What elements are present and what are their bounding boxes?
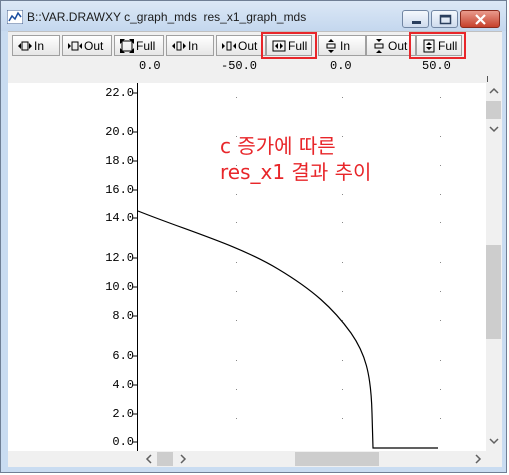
vertical-scroll-thumb-top[interactable] <box>486 101 501 119</box>
app-window: B::VAR.DRAWXY c_graph_mds res_x1_graph_m… <box>0 0 507 473</box>
scrollbar-corner <box>486 451 502 467</box>
zoom-h-in-button[interactable]: In <box>166 35 214 56</box>
zoom-v-in-label: In <box>340 39 351 53</box>
highlight-box-h-full <box>261 32 317 59</box>
x-tick-mark <box>487 76 488 82</box>
zoom-v-out-label: Out <box>388 39 408 53</box>
vertical-scrollbar[interactable] <box>486 83 502 451</box>
full-view-icon <box>120 39 134 53</box>
horizontal-scroll-thumb[interactable] <box>295 452 379 466</box>
vertical-scroll-thumb[interactable] <box>486 245 501 339</box>
annotation-line-2: res_x1 결과 추이 <box>220 160 372 184</box>
close-icon <box>475 14 486 25</box>
zoom-h-out-button[interactable]: Out <box>216 35 266 56</box>
zoom-h-out-label: Out <box>238 39 258 53</box>
highlight-box-v-full <box>409 32 466 59</box>
window-title: B::VAR.DRAWXY c_graph_mds res_x1_graph_m… <box>27 10 307 24</box>
maximize-icon <box>439 14 452 25</box>
x-tick-label: 0.0 <box>330 59 352 73</box>
graph-app-icon <box>7 10 23 24</box>
zoom-x-full-label: Full <box>136 39 156 53</box>
annotation-line-1: c 증가에 따른 <box>220 134 336 158</box>
zoom-toolbar: In Out Full In Out Full In Out Full <box>8 31 502 60</box>
x-tick-label: -50.0 <box>221 59 258 73</box>
scroll-right-icon[interactable] <box>470 451 486 467</box>
zoom-x-in-button[interactable]: In <box>12 35 60 56</box>
scroll-left-icon[interactable] <box>141 451 157 467</box>
x-tick-label: 50.0 <box>422 59 451 73</box>
minimize-button[interactable] <box>402 10 429 28</box>
scroll-up-icon[interactable] <box>486 83 502 99</box>
scroll-down-icon[interactable] <box>486 121 502 137</box>
zoom-x-in-label: In <box>34 39 45 53</box>
zoom-x-full-button[interactable]: Full <box>114 35 164 56</box>
scroll-right-icon[interactable] <box>175 451 191 467</box>
minimize-icon <box>412 21 421 24</box>
zoom-horizontal-out-icon <box>222 41 236 51</box>
zoom-x-out-button[interactable]: Out <box>62 35 112 56</box>
x-axis-ruler: 0.0 -50.0 0.0 50.0 <box>8 59 502 84</box>
zoom-h-in-label: In <box>188 39 199 53</box>
x-tick-label: 0.0 <box>139 59 161 73</box>
annotation-text: c 증가에 따른 res_x1 결과 추이 <box>220 133 371 185</box>
zoom-x-out-icon <box>68 41 82 51</box>
zoom-v-in-button[interactable]: In <box>318 35 366 56</box>
title-bar[interactable]: B::VAR.DRAWXY c_graph_mds res_x1_graph_m… <box>1 1 506 31</box>
zoom-x-in-icon <box>18 41 32 51</box>
plot-area[interactable]: 22.0 20.0 18.0 16.0 14.0 12.0 10.0 8.0 6… <box>8 83 486 451</box>
result-curve <box>137 210 438 449</box>
zoom-x-out-label: Out <box>84 39 104 53</box>
maximize-button[interactable] <box>431 10 458 28</box>
close-button[interactable] <box>460 10 500 28</box>
zoom-horizontal-in-icon <box>172 41 186 51</box>
horizontal-scrollbar[interactable] <box>8 451 486 467</box>
zoom-vertical-out-icon <box>374 39 384 53</box>
horizontal-scroll-thumb-left[interactable] <box>157 452 173 466</box>
scroll-down-icon[interactable] <box>486 433 502 449</box>
zoom-vertical-in-icon <box>326 39 336 53</box>
